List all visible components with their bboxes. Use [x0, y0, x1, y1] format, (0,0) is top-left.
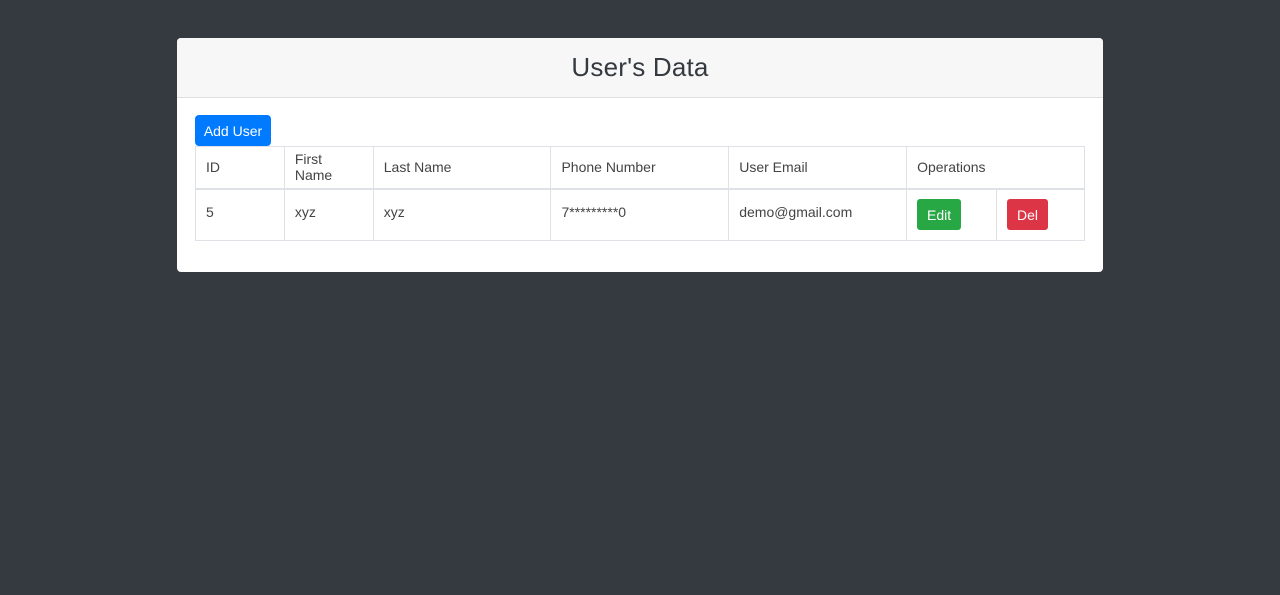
cell-phone-number: 7*********0 — [550, 188, 730, 241]
column-header-id: ID — [195, 146, 285, 190]
cell-id: 5 — [195, 188, 285, 241]
column-header-operations: Operations — [906, 146, 1085, 190]
column-header-first-name: First Name — [283, 146, 374, 190]
edit-button[interactable]: Edit — [917, 199, 962, 231]
cell-first-name: xyz — [283, 188, 374, 241]
cell-last-name: xyz — [372, 188, 552, 241]
users-table: ID First Name Last Name Phone Number Use… — [195, 146, 1085, 241]
table-row: 5 xyz xyz 7*********0 demo@gmail.com Edi… — [195, 188, 1085, 241]
add-user-button[interactable]: Add User — [195, 115, 271, 146]
column-header-last-name: Last Name — [372, 146, 552, 190]
column-header-user-email: User Email — [728, 146, 908, 190]
delete-button[interactable]: Del — [1007, 199, 1048, 231]
table-header-row: ID First Name Last Name Phone Number Use… — [195, 146, 1085, 190]
card-header: User's Data — [177, 38, 1103, 98]
column-header-phone-number: Phone Number — [550, 146, 730, 190]
cell-user-email: demo@gmail.com — [728, 188, 908, 241]
page-title: User's Data — [571, 52, 709, 82]
cell-delete: Del — [996, 188, 1085, 241]
users-card: User's Data Add User ID First Name Last … — [177, 38, 1103, 272]
cell-edit: Edit — [906, 188, 997, 241]
